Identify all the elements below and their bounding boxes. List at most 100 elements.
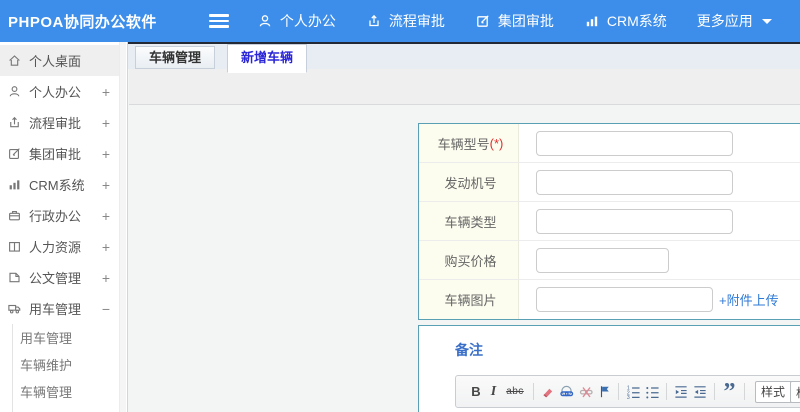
- nav-label: 流程审批: [388, 13, 445, 29]
- topbar: PHPOA协同办公软件 个人办公 流程审批 集团审批 CRM系统 更多应用: [0, 0, 800, 42]
- editor-toolbar: B I abc 123 ” 样式: [455, 375, 800, 408]
- vehicle-model-input[interactable]: [536, 130, 733, 156]
- toolbar-separator: [666, 383, 667, 400]
- field-label: 购买价格: [419, 241, 519, 279]
- notes-panel: 备注 B I abc 123 ” 样式: [418, 325, 800, 412]
- toolbar-separator: [533, 383, 534, 400]
- sidebar-item-vehicle-management[interactable]: 用车管理 −: [0, 293, 120, 324]
- chart-icon: [7, 177, 23, 193]
- submenu-item-vehicle-management[interactable]: 车辆管理: [13, 378, 127, 405]
- expand-toggle[interactable]: +: [102, 239, 110, 255]
- form-row-model: 车辆型号 (*): [419, 124, 800, 163]
- sidebar-item-label: 行政办公: [29, 209, 82, 224]
- toolbar-separator: [618, 383, 619, 400]
- nav-workflow-approval[interactable]: 流程审批: [366, 11, 445, 31]
- indent-icon[interactable]: [692, 381, 708, 403]
- nav-label: 更多应用: [696, 13, 753, 29]
- style-select-value: 样式: [761, 385, 786, 399]
- form-row-type: 车辆类型: [419, 202, 800, 241]
- sidebar-item-label: 流程审批: [29, 116, 82, 131]
- sidebar-item-label: 公文管理: [29, 271, 82, 286]
- toolbar-separator: [744, 383, 745, 400]
- sidebar-item-desktop[interactable]: 个人桌面: [0, 45, 120, 76]
- vehicle-picture-input[interactable]: [536, 287, 713, 312]
- sidebar-item-personal-office[interactable]: 个人办公 +: [0, 76, 120, 107]
- form-row-price: 购买价格: [419, 241, 800, 280]
- submenu-item-reports-statistics[interactable]: 报表与统计: [13, 405, 127, 412]
- tab-vehicle-management[interactable]: 车辆管理: [135, 46, 216, 69]
- format-select[interactable]: 格: [790, 381, 800, 403]
- sidebar-item-label: 用车管理: [29, 302, 82, 317]
- toolbar-separator: [714, 383, 715, 400]
- purchase-price-input[interactable]: [536, 247, 669, 273]
- flag-icon[interactable]: [598, 381, 612, 403]
- vehicle-form: 车辆型号 (*) 发动机号 车辆类型 购买价格 车辆图片 +附件上传: [418, 123, 800, 320]
- submenu-item-label: 车辆管理: [20, 385, 73, 400]
- user-icon: [257, 13, 273, 29]
- expand-toggle[interactable]: +: [102, 208, 110, 224]
- sidebar-item-document-management[interactable]: 公文管理 +: [0, 262, 120, 293]
- attachment-upload-link[interactable]: +附件上传: [719, 290, 779, 309]
- sidebar-item-human-resources[interactable]: 人力资源 +: [0, 231, 120, 262]
- expand-toggle[interactable]: +: [102, 270, 110, 286]
- truck-icon: [7, 301, 23, 317]
- submenu-item-vehicle-maintenance[interactable]: 车辆维护: [13, 351, 127, 378]
- field-label: 车辆图片: [419, 280, 519, 319]
- blockquote-icon[interactable]: ”: [721, 381, 738, 403]
- user-icon: [7, 84, 23, 100]
- submenu-item-label: 车辆维护: [20, 358, 73, 373]
- collapse-toggle[interactable]: −: [102, 301, 110, 317]
- submenu-item-label: 用车管理: [20, 331, 73, 346]
- nav-personal-office[interactable]: 个人办公: [257, 11, 336, 31]
- book-icon: [7, 239, 23, 255]
- sidebar-item-group-approval[interactable]: 集团审批 +: [0, 138, 120, 169]
- top-navigation: 个人办公 流程审批 集团审批 CRM系统 更多应用: [257, 11, 772, 31]
- sidebar-item-label: 人力资源: [29, 240, 82, 255]
- submenu-item-vehicle-use[interactable]: 用车管理: [13, 324, 127, 351]
- document-icon: [7, 270, 23, 286]
- sidebar-item-workflow-approval[interactable]: 流程审批 +: [0, 107, 120, 138]
- app-window: PHPOA协同办公软件 个人办公 流程审批 集团审批 CRM系统 更多应用 个人…: [0, 0, 800, 412]
- required-marker: (*): [489, 135, 504, 151]
- caret-down-icon: [761, 18, 772, 24]
- ordered-list-icon[interactable]: 123: [625, 381, 641, 403]
- edit-icon: [475, 13, 491, 29]
- expand-toggle[interactable]: +: [102, 115, 110, 131]
- expand-toggle[interactable]: +: [102, 146, 110, 162]
- nav-label: 集团审批: [497, 13, 554, 29]
- outdent-icon[interactable]: [673, 381, 689, 403]
- briefcase-icon: [7, 208, 23, 224]
- sidebar-scrollbar[interactable]: [119, 42, 126, 412]
- form-row-engine: 发动机号: [419, 163, 800, 202]
- tab-label: 新增车辆: [241, 50, 294, 65]
- tab-new-vehicle[interactable]: 新增车辆: [227, 44, 308, 73]
- workflow-icon: [7, 115, 23, 131]
- vehicle-type-input[interactable]: [536, 208, 733, 234]
- hamburger-menu-icon[interactable]: [208, 14, 229, 28]
- italic-button[interactable]: I: [487, 381, 500, 403]
- bold-button[interactable]: B: [468, 381, 484, 403]
- nav-label: 个人办公: [279, 13, 336, 29]
- sidebar-item-label: 个人办公: [29, 85, 82, 100]
- unlink-icon[interactable]: [578, 381, 595, 403]
- form-row-picture: 车辆图片 +附件上传: [419, 280, 800, 319]
- workflow-icon: [366, 13, 382, 29]
- chart-icon: [584, 13, 600, 29]
- engine-number-input[interactable]: [536, 169, 733, 195]
- nav-group-approval[interactable]: 集团审批: [475, 11, 554, 31]
- tab-bar: 车辆管理 新增车辆: [128, 42, 800, 73]
- edit-icon: [7, 146, 23, 162]
- expand-toggle[interactable]: +: [102, 84, 110, 100]
- nav-crm-system[interactable]: CRM系统: [584, 11, 667, 31]
- unordered-list-icon[interactable]: [644, 381, 660, 403]
- sidebar-item-crm-system[interactable]: CRM系统 +: [0, 169, 120, 200]
- sidebar-item-admin-office[interactable]: 行政办公 +: [0, 200, 120, 231]
- expand-toggle[interactable]: +: [102, 177, 110, 193]
- field-label: 车辆类型: [419, 202, 519, 240]
- sidebar-item-label: 集团审批: [29, 147, 82, 162]
- remove-format-icon[interactable]: [540, 381, 555, 403]
- tab-label: 车辆管理: [149, 50, 202, 65]
- nav-more-apps[interactable]: 更多应用: [697, 11, 772, 31]
- link-icon[interactable]: [558, 381, 575, 403]
- strikethrough-button[interactable]: abc: [503, 381, 527, 403]
